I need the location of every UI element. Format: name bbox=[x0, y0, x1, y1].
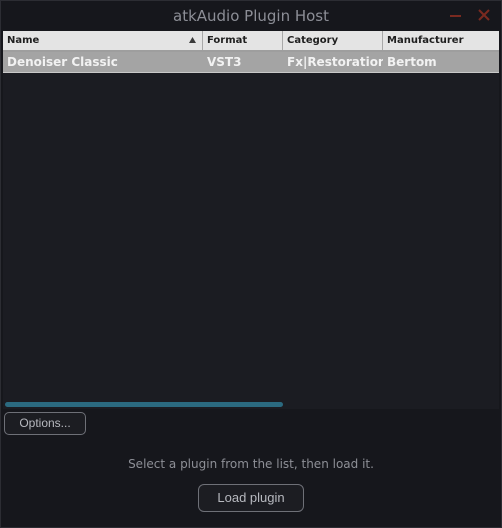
column-header-category[interactable]: Category bbox=[283, 31, 383, 50]
table-row[interactable]: Denoiser Classic VST3 Fx|Restoration Ber… bbox=[3, 52, 499, 73]
title-bar[interactable]: atkAudio Plugin Host bbox=[1, 1, 501, 31]
table-header: Name Format Category Manufacturer bbox=[3, 31, 499, 52]
close-icon bbox=[478, 9, 490, 21]
plugin-list[interactable]: Name Format Category Manufacturer Denois… bbox=[3, 31, 499, 409]
plugin-name-cell: Denoiser Classic bbox=[7, 55, 118, 69]
plugin-host-window: atkAudio Plugin Host Name Format Categor… bbox=[0, 0, 502, 528]
minimize-button[interactable] bbox=[445, 5, 467, 27]
plugin-category-cell: Fx|Restoration bbox=[287, 55, 383, 69]
plugin-format-cell: VST3 bbox=[207, 55, 242, 69]
column-header-name[interactable]: Name bbox=[3, 31, 203, 50]
plugin-manufacturer-cell: Bertom bbox=[387, 55, 437, 69]
column-header-manufacturer[interactable]: Manufacturer bbox=[383, 31, 499, 50]
minimize-icon bbox=[450, 15, 461, 17]
column-header-format[interactable]: Format bbox=[203, 31, 283, 50]
close-button[interactable] bbox=[473, 5, 495, 27]
options-button[interactable]: Options... bbox=[4, 412, 86, 435]
sort-ascending-icon bbox=[189, 37, 196, 43]
horizontal-scrollbar-thumb[interactable] bbox=[5, 402, 283, 407]
load-plugin-button[interactable]: Load plugin bbox=[198, 484, 304, 512]
status-message: Select a plugin from the list, then load… bbox=[128, 457, 374, 471]
window-title: atkAudio Plugin Host bbox=[173, 7, 329, 25]
